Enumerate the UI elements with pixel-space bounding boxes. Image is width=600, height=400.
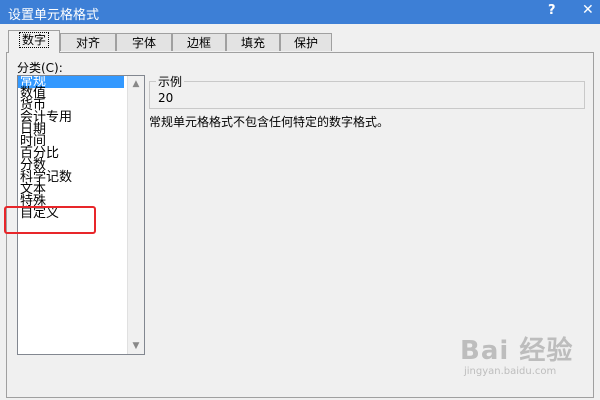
category-scrollbar[interactable]: ▲ ▼ <box>127 76 144 354</box>
category-list: 常规 数值 货币 会计专用 日期 时间 百分比 分数 科学记数 文本 特殊 自定… <box>18 76 124 220</box>
tab-alignment[interactable]: 对齐 <box>60 33 116 51</box>
category-listbox[interactable]: 常规 数值 货币 会计专用 日期 时间 百分比 分数 科学记数 文本 特殊 自定… <box>17 75 145 355</box>
category-label: 分类(C): <box>17 61 63 75</box>
tab-protection[interactable]: 保护 <box>280 33 332 51</box>
sample-group: 示例 20 <box>149 73 585 109</box>
tab-fill[interactable]: 填充 <box>226 33 280 51</box>
scroll-up-icon[interactable]: ▲ <box>128 76 144 92</box>
watermark-url: jingyan.baidu.com <box>464 366 557 377</box>
window-title: 设置单元格格式 <box>8 8 100 23</box>
tab-font[interactable]: 字体 <box>116 33 172 51</box>
tab-border[interactable]: 边框 <box>172 33 226 51</box>
title-bar: 设置单元格格式 ? ✕ <box>0 0 600 24</box>
tab-number[interactable]: 数字 <box>8 30 60 53</box>
format-description: 常规单元格格式不包含任何特定的数字格式。 <box>149 115 390 129</box>
sample-legend: 示例 <box>156 73 185 90</box>
help-button[interactable]: ? <box>548 3 556 18</box>
sample-value: 20 <box>158 91 174 105</box>
close-button[interactable]: ✕ <box>582 2 594 18</box>
category-item-custom[interactable]: 自定义 <box>18 207 124 220</box>
tab-strip: 数字 对齐 字体 边框 填充 保护 <box>8 30 592 53</box>
watermark-logo-text: Bai 经验 <box>460 336 574 366</box>
scroll-down-icon[interactable]: ▼ <box>128 338 144 354</box>
baidu-watermark: Bai 经验 jingyan.baidu.com <box>460 330 590 380</box>
